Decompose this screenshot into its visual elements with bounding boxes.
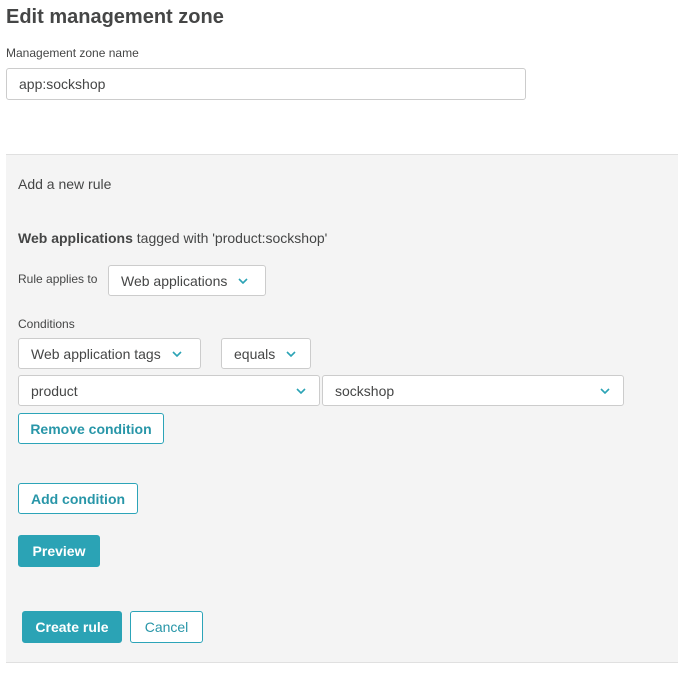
remove-condition-button[interactable]: Remove condition — [18, 413, 164, 444]
create-rule-button[interactable]: Create rule — [22, 611, 122, 643]
add-condition-button[interactable]: Add condition — [18, 483, 138, 514]
rule-summary-entity: Web applications — [18, 230, 133, 246]
rule-summary-text: tagged with 'product:sockshop' — [132, 230, 328, 246]
applies-to-dropdown[interactable]: Web applications — [108, 265, 266, 296]
rule-summary: Web applications tagged with 'product:so… — [18, 229, 327, 247]
applies-to-value: Web applications — [121, 272, 228, 289]
preview-button[interactable]: Preview — [18, 535, 100, 567]
chevron-down-icon — [295, 385, 307, 397]
tag-key-value: product — [31, 382, 78, 399]
cancel-button[interactable]: Cancel — [130, 611, 203, 643]
panel-heading: Add a new rule — [18, 176, 112, 192]
applies-to-label: Rule applies to — [18, 272, 98, 286]
tag-key-dropdown[interactable]: product — [18, 375, 320, 406]
zone-name-label: Management zone name — [6, 46, 139, 60]
condition-attribute-dropdown[interactable]: Web application tags — [18, 338, 201, 369]
chevron-down-icon — [599, 385, 611, 397]
conditions-label: Conditions — [18, 317, 75, 331]
condition-operator-dropdown[interactable]: equals — [221, 338, 311, 369]
condition-operator-value: equals — [234, 345, 276, 362]
tag-value-value: sockshop — [335, 382, 395, 399]
page-title: Edit management zone — [6, 6, 224, 28]
tag-value-dropdown[interactable]: sockshop — [322, 375, 624, 406]
chevron-down-icon — [237, 275, 249, 287]
zone-name-input[interactable] — [6, 68, 526, 100]
chevron-down-icon — [285, 348, 297, 360]
chevron-down-icon — [171, 348, 183, 360]
condition-attribute-value: Web application tags — [31, 345, 161, 362]
